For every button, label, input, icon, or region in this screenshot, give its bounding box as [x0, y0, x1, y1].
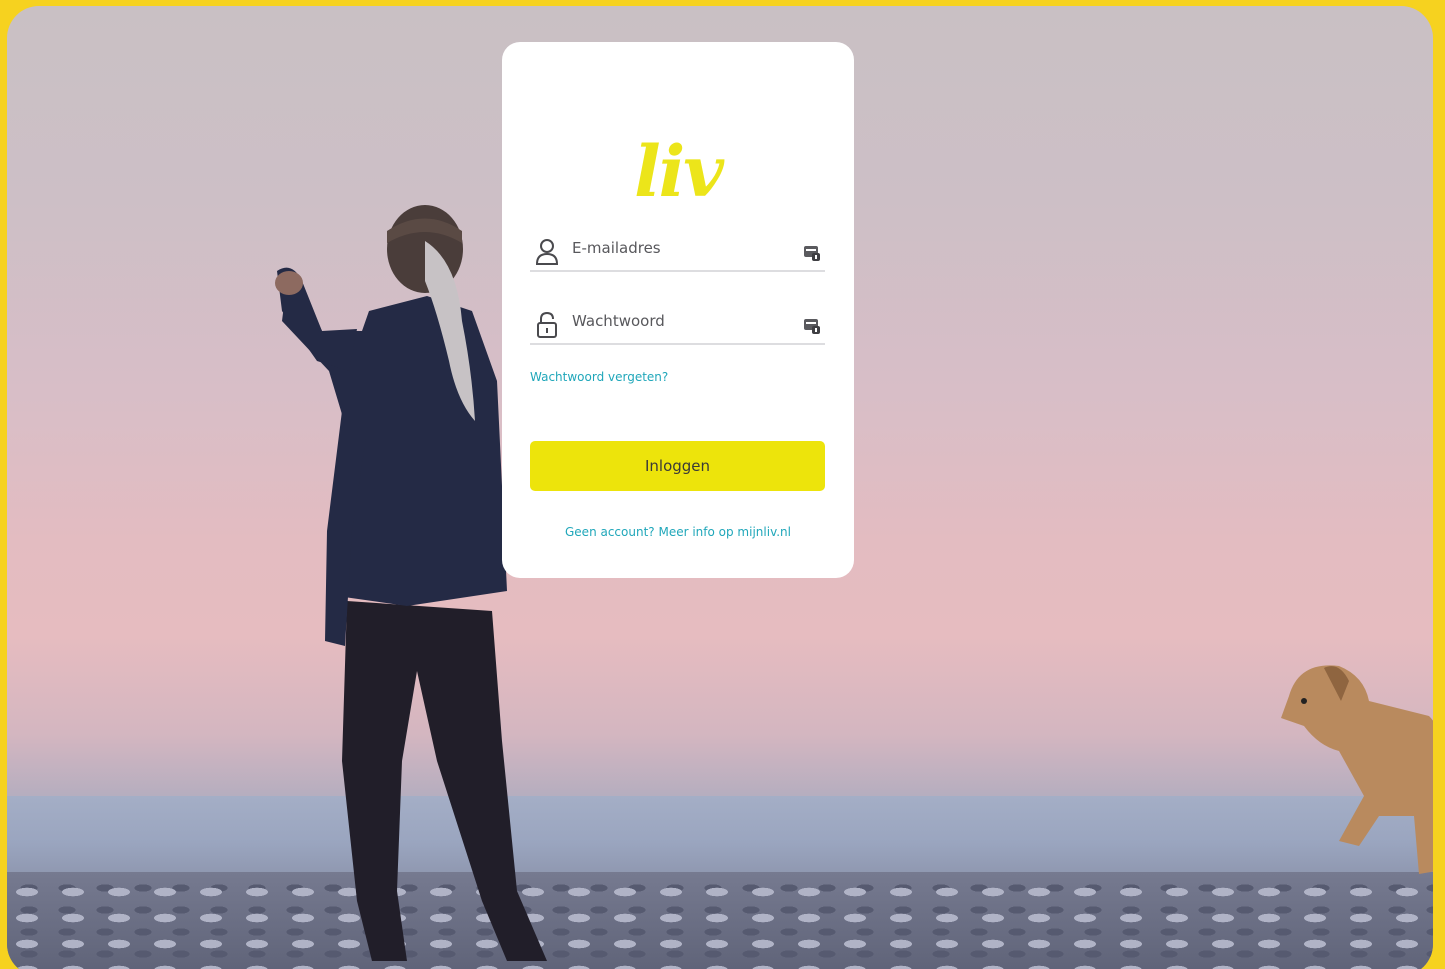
email-input[interactable] — [572, 230, 787, 266]
password-input[interactable] — [572, 303, 787, 339]
signup-info-link[interactable]: Geen account? Meer info op mijnliv.nl — [502, 525, 854, 539]
email-field[interactable] — [530, 230, 825, 272]
pebble-beach — [7, 872, 1433, 969]
lock-icon — [537, 311, 557, 338]
dog-silhouette — [1281, 665, 1433, 874]
password-manager-key-icon[interactable] — [803, 244, 821, 262]
sea — [7, 796, 1433, 881]
login-card: liv Wachtwoord vergeten? Inloggen Ge — [502, 42, 854, 578]
login-button[interactable]: Inloggen — [530, 441, 825, 491]
forgot-password-link[interactable]: Wachtwoord vergeten? — [530, 370, 668, 384]
password-field[interactable] — [530, 303, 825, 345]
user-icon — [535, 239, 559, 265]
liv-logo: liv — [634, 130, 724, 213]
password-manager-key-icon[interactable] — [803, 317, 821, 335]
